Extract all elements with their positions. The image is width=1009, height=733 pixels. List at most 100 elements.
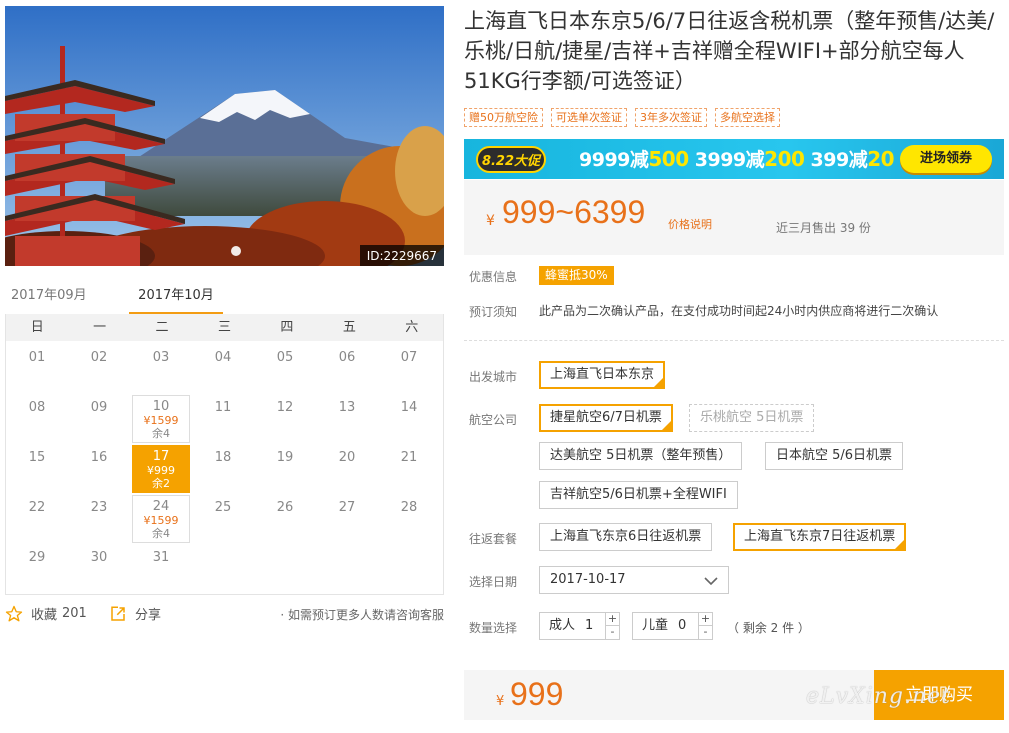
share-button[interactable]: 分享 bbox=[109, 604, 161, 623]
deal-spend: 3999减 bbox=[694, 149, 765, 171]
day-number: 29 bbox=[28, 550, 46, 565]
calendar-day: 04 bbox=[194, 345, 252, 393]
adult-decrement-button[interactable]: - bbox=[605, 626, 619, 639]
day-number: 26 bbox=[276, 500, 294, 515]
day-number: 24 bbox=[152, 499, 170, 514]
chevron-down-icon bbox=[704, 577, 718, 586]
deal-off: 200 bbox=[764, 147, 805, 171]
airline-option-juneyao[interactable]: 吉祥航空5/6日机票+全程WIFI bbox=[539, 481, 738, 509]
price-box: ¥ 999~6399 价格说明 近三月售出 39 份 bbox=[464, 180, 1004, 255]
calendar-day: 08 bbox=[8, 395, 66, 443]
favorite-count: 201 bbox=[62, 606, 87, 621]
weekday-label: 一 bbox=[93, 320, 107, 335]
product-hero-image[interactable]: ID:2229667 bbox=[5, 6, 444, 266]
airline-option-peach: 乐桃航空 5日机票 bbox=[689, 404, 815, 432]
day-number: 23 bbox=[90, 500, 108, 515]
package-option-6day[interactable]: 上海直飞东京6日往返机票 bbox=[539, 523, 713, 551]
product-tag: 可选单次签证 bbox=[551, 108, 627, 127]
airline-option-jetstar[interactable]: 捷星航空6/7日机票 bbox=[539, 404, 673, 432]
share-label: 分享 bbox=[135, 608, 162, 623]
weekday-label: 日 bbox=[30, 320, 44, 335]
share-icon bbox=[111, 606, 125, 621]
day-number: 30 bbox=[90, 550, 108, 565]
weekday-label: 四 bbox=[280, 320, 294, 335]
child-count[interactable]: 0 bbox=[678, 613, 686, 639]
group-booking-note: · 如需预订更多人数请咨询客服 bbox=[280, 608, 444, 622]
day-number: 19 bbox=[276, 450, 294, 465]
sold-count: 近三月售出 39 份 bbox=[776, 221, 871, 235]
calendar-day: 16 bbox=[70, 445, 128, 493]
calendar-day: 05 bbox=[256, 345, 314, 393]
calendar-day: 03 bbox=[132, 345, 190, 393]
discount-label: 优惠信息 bbox=[469, 270, 518, 284]
day-number: 20 bbox=[338, 450, 356, 465]
child-decrement-button[interactable]: - bbox=[698, 626, 712, 639]
calendar-day: 11 bbox=[194, 395, 252, 443]
booking-notice: 此产品为二次确认产品，在支付成功时间起24小时内供应商将进行二次确认 bbox=[539, 304, 939, 318]
product-tags: 赠50万航空险 可选单次签证 3年多次签证 多航空选择 bbox=[464, 108, 788, 127]
product-actions: 收藏 201 分享 · 如需预订更多人数请咨询客服 bbox=[5, 604, 444, 626]
calendar-day-available[interactable]: 24 ¥1599 余4 bbox=[132, 495, 190, 543]
claim-coupon-button[interactable]: 进场领券 bbox=[900, 145, 992, 173]
day-number: 22 bbox=[28, 500, 46, 515]
total-currency: ¥ bbox=[496, 694, 505, 709]
day-number: 01 bbox=[28, 350, 46, 365]
month-tabs: 2017年09月 2017年10月 bbox=[5, 283, 444, 315]
day-number: 21 bbox=[400, 450, 418, 465]
calendar-day: 09 bbox=[70, 395, 128, 443]
calendar-day: 19 bbox=[256, 445, 314, 493]
calendar-day: 28 bbox=[380, 495, 438, 543]
departure-option[interactable]: 上海直飞日本东京 bbox=[539, 361, 666, 389]
day-number: 05 bbox=[276, 350, 294, 365]
calendar-day: 06 bbox=[318, 345, 376, 393]
date-select[interactable]: 2017-10-17 bbox=[539, 566, 729, 594]
product-title: 上海直飞日本东京5/6/7日往返含税机票（整年预售/达美/乐桃/日航/捷星/吉祥… bbox=[464, 9, 995, 93]
day-number: 12 bbox=[276, 400, 294, 415]
deal-off: 500 bbox=[648, 147, 689, 171]
day-stock: 余2 bbox=[152, 477, 170, 490]
package-option-7day[interactable]: 上海直飞东京7日往返机票 bbox=[733, 523, 907, 551]
day-stock: 余4 bbox=[152, 427, 170, 440]
buy-now-button[interactable]: 立即购买 bbox=[874, 670, 1004, 720]
remaining-stock: （ 剩余 2 件 ） bbox=[727, 621, 810, 635]
promo-banner[interactable]: 8.22大促 9999减500 3999减200 399减20 进场领券 bbox=[464, 139, 1004, 179]
price-currency: ¥ bbox=[486, 213, 495, 229]
airline-option-jal[interactable]: 日本航空 5/6日机票 bbox=[765, 442, 904, 470]
date-label: 选择日期 bbox=[469, 575, 518, 589]
calendar-day-available[interactable]: 17 ¥999 余2 bbox=[132, 445, 190, 493]
calendar-day: 22 bbox=[8, 495, 66, 543]
day-number: 28 bbox=[400, 500, 418, 515]
calendar-day: 30 bbox=[70, 545, 128, 593]
discount-badge: 蜂蜜抵30% bbox=[539, 266, 614, 285]
star-icon bbox=[5, 605, 23, 621]
day-number: 07 bbox=[400, 350, 418, 365]
mount-fuji-pagoda-photo bbox=[5, 6, 444, 266]
tab-month-current[interactable]: 2017年10月 bbox=[129, 283, 223, 315]
tab-month-prev[interactable]: 2017年09月 bbox=[11, 283, 87, 315]
adult-quantity-stepper[interactable]: 成人 1 + - bbox=[539, 612, 620, 640]
day-number: 10 bbox=[152, 399, 170, 414]
package-label: 往返套餐 bbox=[469, 532, 518, 546]
calendar-day-available[interactable]: 10 ¥1599 余4 bbox=[132, 395, 190, 443]
notice-label: 预订须知 bbox=[469, 305, 518, 319]
calendar-weekday-header: 日 一 二 三 四 五 六 bbox=[6, 314, 443, 341]
calendar-day: 07 bbox=[380, 345, 438, 393]
day-number: 06 bbox=[338, 350, 356, 365]
day-price: ¥1599 bbox=[143, 514, 179, 527]
weekday-label: 五 bbox=[342, 320, 356, 335]
weekday-label: 二 bbox=[155, 320, 169, 335]
child-quantity-stepper[interactable]: 儿童 0 + - bbox=[632, 612, 713, 640]
adult-label: 成人 bbox=[549, 618, 576, 633]
day-number: 15 bbox=[28, 450, 46, 465]
favorite-button[interactable]: 收藏 201 bbox=[5, 604, 87, 623]
favorite-label: 收藏 bbox=[31, 608, 58, 623]
calendar-day: 01 bbox=[8, 345, 66, 393]
price-explanation-link[interactable]: 价格说明 bbox=[668, 216, 712, 232]
adult-count[interactable]: 1 bbox=[585, 613, 593, 639]
carousel-dot[interactable] bbox=[231, 246, 241, 256]
airline-option-delta[interactable]: 达美航空 5日机票（整年预售） bbox=[539, 442, 743, 470]
date-select-value: 2017-10-17 bbox=[550, 572, 626, 587]
deal-off: 20 bbox=[867, 147, 895, 171]
calendar-day: 02 bbox=[70, 345, 128, 393]
departure-label: 出发城市 bbox=[469, 370, 518, 384]
